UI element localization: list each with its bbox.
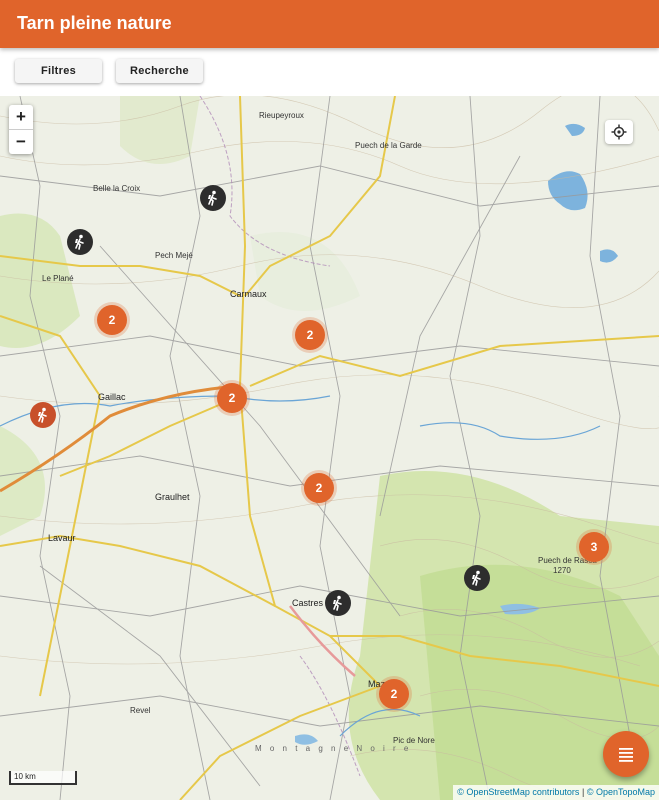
hiker-icon[interactable] xyxy=(30,402,56,428)
zoom-control: + − xyxy=(9,105,33,154)
locate-button[interactable] xyxy=(605,120,633,144)
hiker-icon[interactable] xyxy=(325,590,351,616)
cluster-marker[interactable]: 3 xyxy=(579,532,609,562)
place-label: Puech de la Garde xyxy=(355,141,422,150)
hiker-icon[interactable] xyxy=(200,185,226,211)
cluster-marker[interactable]: 2 xyxy=(304,473,334,503)
place-label: Rieupeyroux xyxy=(259,111,304,120)
place-label: Graulhet xyxy=(155,492,190,502)
osm-attribution-link[interactable]: © OpenStreetMap contributors xyxy=(457,787,579,797)
scale-bar: 10 km xyxy=(9,771,77,785)
place-label: Le Plané xyxy=(42,274,74,283)
attribution-separator: | xyxy=(581,787,585,797)
opentopomap-attribution-link[interactable]: © OpenTopoMap xyxy=(587,787,655,797)
hiker-icon[interactable] xyxy=(464,565,490,591)
zoom-out-button[interactable]: − xyxy=(9,129,33,154)
place-label: Carmaux xyxy=(230,289,267,299)
hiker-icon[interactable] xyxy=(67,229,93,255)
list-icon xyxy=(619,748,633,762)
toolbar: Filtres Recherche xyxy=(0,48,659,96)
filters-button[interactable]: Filtres xyxy=(15,59,102,83)
app-title: Tarn pleine nature xyxy=(17,13,172,33)
cluster-marker[interactable]: 2 xyxy=(379,679,409,709)
map-attribution: © OpenStreetMap contributors | © OpenTop… xyxy=(453,785,659,800)
map-base-layer xyxy=(0,96,659,800)
cluster-marker[interactable]: 2 xyxy=(217,383,247,413)
place-label: Belle la Croix xyxy=(93,184,141,193)
place-label: Revel xyxy=(130,706,151,715)
search-button[interactable]: Recherche xyxy=(116,59,203,83)
zoom-in-button[interactable]: + xyxy=(9,105,33,129)
app-bar: Tarn pleine nature xyxy=(0,0,659,48)
crosshair-icon xyxy=(611,124,627,140)
list-view-button[interactable] xyxy=(603,731,649,777)
place-label: Pech Mejé xyxy=(155,251,193,260)
place-label: M o n t a g n e N o i r e xyxy=(255,744,412,753)
place-label: Castres xyxy=(292,598,324,608)
place-label: Gaillac xyxy=(98,392,126,402)
map-view[interactable]: Rieupeyroux Puech de la Garde Belle la C… xyxy=(0,96,659,800)
place-label: Lavaur xyxy=(48,533,76,543)
cluster-marker[interactable]: 2 xyxy=(295,320,325,350)
cluster-marker[interactable]: 2 xyxy=(97,305,127,335)
place-label: 1270 xyxy=(553,566,571,575)
